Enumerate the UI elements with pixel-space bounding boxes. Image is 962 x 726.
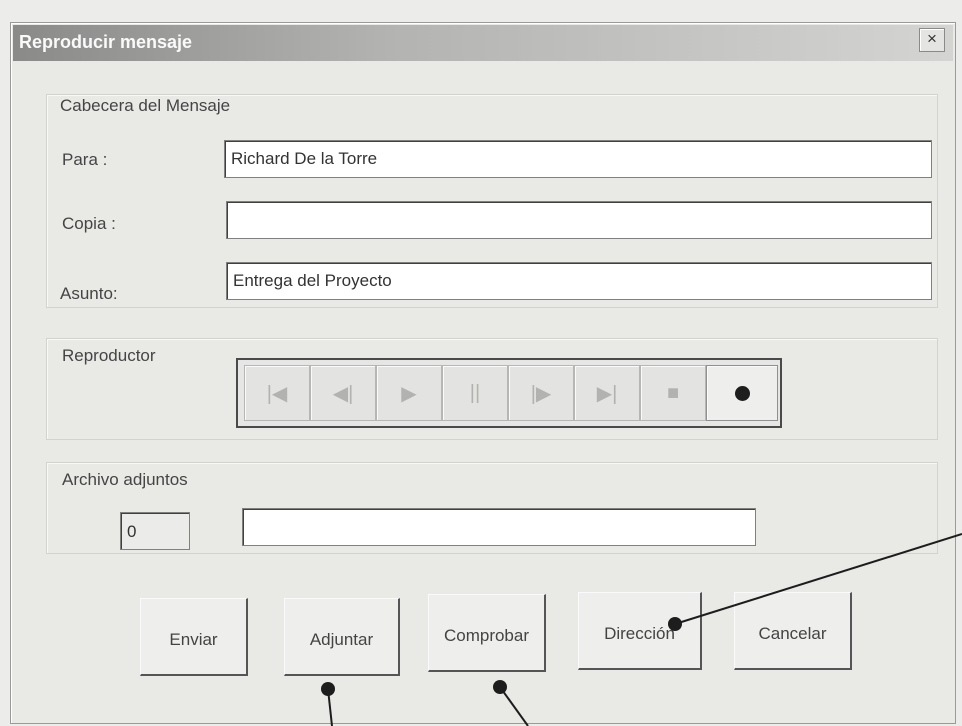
callout-marker-comprobar <box>493 680 507 694</box>
callout-marker-direccion <box>668 617 682 631</box>
callout-lines <box>327 533 962 726</box>
callout-marker-adjuntar <box>321 682 335 696</box>
